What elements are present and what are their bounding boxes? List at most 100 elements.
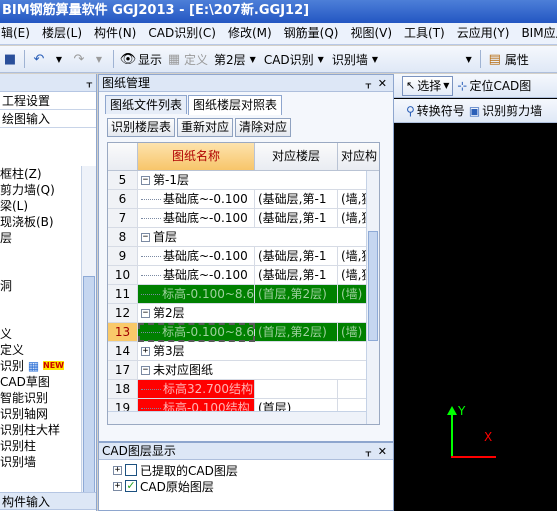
dropdown-arrow-icon[interactable]: ▼ bbox=[51, 51, 67, 67]
cad-mode-select[interactable]: CAD识别 ▼ bbox=[262, 49, 326, 69]
properties-button[interactable]: ▤ 属性 bbox=[487, 51, 529, 68]
drawing-name-cell[interactable]: 基础底~-0.100 bbox=[138, 266, 255, 285]
scrollbar-thumb[interactable] bbox=[83, 276, 95, 496]
pin-icon[interactable]: ᚁ bbox=[366, 443, 371, 460]
project-settings-item[interactable]: 工程设置 bbox=[0, 92, 96, 110]
floor-cell[interactable]: (首层,第2层) bbox=[255, 285, 338, 304]
table-row[interactable]: 14 + 第3层 bbox=[108, 342, 379, 361]
tree-item-recognize-column-detail[interactable]: 识别柱大样 bbox=[0, 422, 82, 438]
remap-button[interactable]: 重新对应 bbox=[177, 118, 234, 137]
drawing-name-cell[interactable]: 基础底~-0.100 bbox=[138, 209, 255, 228]
tree-item[interactable]: 义 bbox=[0, 326, 82, 342]
collapse-icon[interactable]: − bbox=[141, 175, 150, 185]
tree-item-cast-slab[interactable]: 现浇板(B) bbox=[0, 214, 82, 230]
column-header-component[interactable]: 对应构 bbox=[338, 143, 379, 171]
recognize-shear-wall-button[interactable]: ▣ 识别剪力墙 bbox=[469, 102, 542, 119]
pin-icon[interactable]: ᚁ bbox=[366, 75, 371, 92]
tab-drawing-file-list[interactable]: 图纸文件列表 bbox=[105, 95, 188, 114]
floor-cell[interactable]: (基础层,第-1 bbox=[255, 247, 338, 266]
tree-item-smart-recognize[interactable]: 智能识别 bbox=[0, 390, 82, 406]
table-row[interactable]: 10 基础底~-0.100 (基础层,第-1 (墙,独 bbox=[108, 266, 379, 285]
pin-icon[interactable]: ᚁ bbox=[87, 74, 92, 92]
clear-mapping-button[interactable]: 清除对应 bbox=[235, 118, 292, 137]
drawing-name-cell[interactable]: 标高-0.100~8.6 bbox=[138, 285, 255, 304]
left-panel-scrollbar[interactable] bbox=[81, 166, 96, 496]
collapse-icon[interactable]: − bbox=[141, 308, 150, 318]
save-icon[interactable]: ■ bbox=[2, 51, 18, 67]
redo-icon[interactable]: ↷ bbox=[71, 51, 87, 67]
recognize-floor-table-button[interactable]: 识别楼层表 bbox=[107, 118, 176, 137]
table-row[interactable]: 12− 第2层 bbox=[108, 304, 379, 323]
menu-edit[interactable]: 辑(E) bbox=[0, 23, 36, 44]
menu-bim[interactable]: BIM应用(I) bbox=[515, 23, 557, 44]
tree-item-recognize-wall[interactable]: 识别墙 bbox=[0, 454, 82, 470]
floor-cell[interactable]: (基础层,第-1 bbox=[255, 209, 338, 228]
table-row[interactable]: 11 标高-0.100~8.6 (首层,第2层) (墙) bbox=[108, 285, 379, 304]
component-input-item[interactable]: 构件输入 bbox=[0, 492, 96, 510]
tree-item-frame-column[interactable]: 框柱(Z) bbox=[0, 166, 82, 182]
tree-item-cad-sketch[interactable]: CAD草图 bbox=[0, 374, 82, 390]
scrollbar-thumb[interactable] bbox=[368, 231, 378, 341]
floor-cell[interactable]: (首层,第2层) bbox=[255, 323, 338, 342]
drawing-name-cell[interactable]: + 第3层 bbox=[138, 342, 379, 361]
close-icon[interactable]: ✕ bbox=[378, 75, 387, 92]
collapse-icon[interactable]: − bbox=[141, 365, 150, 375]
undo-icon[interactable]: ↶ bbox=[31, 51, 47, 67]
drawing-name-cell[interactable]: − 第2层 bbox=[138, 304, 379, 323]
locate-cad-button[interactable]: ⊹ 定位CAD图 bbox=[457, 77, 531, 94]
menu-floor[interactable]: 楼层(L) bbox=[36, 23, 88, 44]
tree-item-recognize-axis[interactable]: 识别轴网 bbox=[0, 406, 82, 422]
table-row[interactable]: 8− 首层 bbox=[108, 228, 379, 247]
close-icon[interactable]: ✕ bbox=[378, 443, 387, 460]
floor-select[interactable]: 第2层 ▼ bbox=[212, 49, 258, 69]
tree-item[interactable] bbox=[0, 262, 82, 278]
expand-icon[interactable]: + bbox=[113, 465, 122, 475]
table-row[interactable]: 17− 未对应图纸 bbox=[108, 361, 379, 380]
table-row[interactable]: 7 基础底~-0.100 (基础层,第-1 (墙,独 bbox=[108, 209, 379, 228]
original-layer-checkbox[interactable]: ✓ bbox=[125, 480, 137, 492]
drawing-name-cell[interactable]: − 首层 bbox=[138, 228, 379, 247]
tree-item-define[interactable]: 定义 bbox=[0, 342, 82, 358]
menu-tools[interactable]: 工具(T) bbox=[398, 23, 451, 44]
floor-cell[interactable]: (基础层,第-1 bbox=[255, 190, 338, 209]
tree-item-recognize[interactable]: 识别 ▦ NEW bbox=[0, 358, 82, 374]
table-horizontal-scrollbar[interactable] bbox=[108, 411, 366, 424]
tree-item-beam[interactable]: 梁(L) bbox=[0, 198, 82, 214]
menu-rebar-quantity[interactable]: 钢筋量(Q) bbox=[278, 23, 345, 44]
table-row[interactable]: 5− 第-1层 bbox=[108, 171, 379, 190]
cad-canvas[interactable]: ↖ 选择 ▼ ⊹ 定位CAD图 ⚲ 转换符号 ▣ 识别剪力墙 Y X bbox=[394, 74, 557, 511]
tab-drawing-floor-map[interactable]: 图纸楼层对照表 bbox=[188, 95, 283, 115]
cad-layer-item-extracted[interactable]: + 已提取的CAD图层 bbox=[113, 462, 238, 478]
menu-component[interactable]: 构件(N) bbox=[88, 23, 142, 44]
dropdown-arrow-icon[interactable]: ▼ bbox=[91, 51, 107, 67]
table-row[interactable]: 9 基础底~-0.100 (基础层,第-1 (墙,独 bbox=[108, 247, 379, 266]
menu-cad-recognize[interactable]: CAD识别(C) bbox=[142, 23, 222, 44]
tree-item-shear-wall[interactable]: 剪力墙(Q) bbox=[0, 182, 82, 198]
column-header-drawing-name[interactable]: 图纸名称 bbox=[138, 143, 255, 171]
menu-view[interactable]: 视图(V) bbox=[344, 23, 398, 44]
tree-item[interactable] bbox=[0, 294, 82, 310]
expand-icon[interactable]: + bbox=[141, 346, 150, 356]
table-vertical-scrollbar[interactable] bbox=[366, 171, 379, 424]
drawing-name-cell[interactable]: 标高32.700结构 bbox=[138, 380, 255, 399]
extracted-layer-checkbox[interactable] bbox=[125, 464, 137, 476]
tree-item[interactable]: 层 bbox=[0, 230, 82, 246]
drawing-name-cell[interactable]: − 第-1层 bbox=[138, 171, 379, 190]
tree-item-opening[interactable]: 洞 bbox=[0, 278, 82, 294]
drawing-name-cell[interactable]: 标高-0.100~8.6 bbox=[138, 323, 255, 342]
show-button[interactable]: 👁 显示 bbox=[120, 51, 162, 68]
column-header-floor[interactable]: 对应楼层 bbox=[255, 143, 338, 171]
component-select[interactable]: ▼ bbox=[404, 49, 474, 69]
define-button[interactable]: ▦ 定义 bbox=[166, 51, 208, 68]
table-row[interactable]: 13 标高-0.100~8.6 (首层,第2层) (墙) bbox=[108, 323, 379, 342]
tree-item[interactable] bbox=[0, 310, 82, 326]
floor-cell[interactable] bbox=[255, 380, 338, 399]
collapse-icon[interactable]: − bbox=[141, 232, 150, 242]
floor-cell[interactable]: (基础层,第-1 bbox=[255, 266, 338, 285]
tree-item[interactable] bbox=[0, 246, 82, 262]
drawing-name-cell[interactable]: − 未对应图纸 bbox=[138, 361, 379, 380]
table-row[interactable]: 18 标高32.700结构 bbox=[108, 380, 379, 399]
cad-layer-item-original[interactable]: + ✓ CAD原始图层 bbox=[113, 478, 214, 494]
menu-modify[interactable]: 修改(M) bbox=[222, 23, 278, 44]
recognize-target-select[interactable]: 识别墙 ▼ bbox=[330, 49, 400, 69]
